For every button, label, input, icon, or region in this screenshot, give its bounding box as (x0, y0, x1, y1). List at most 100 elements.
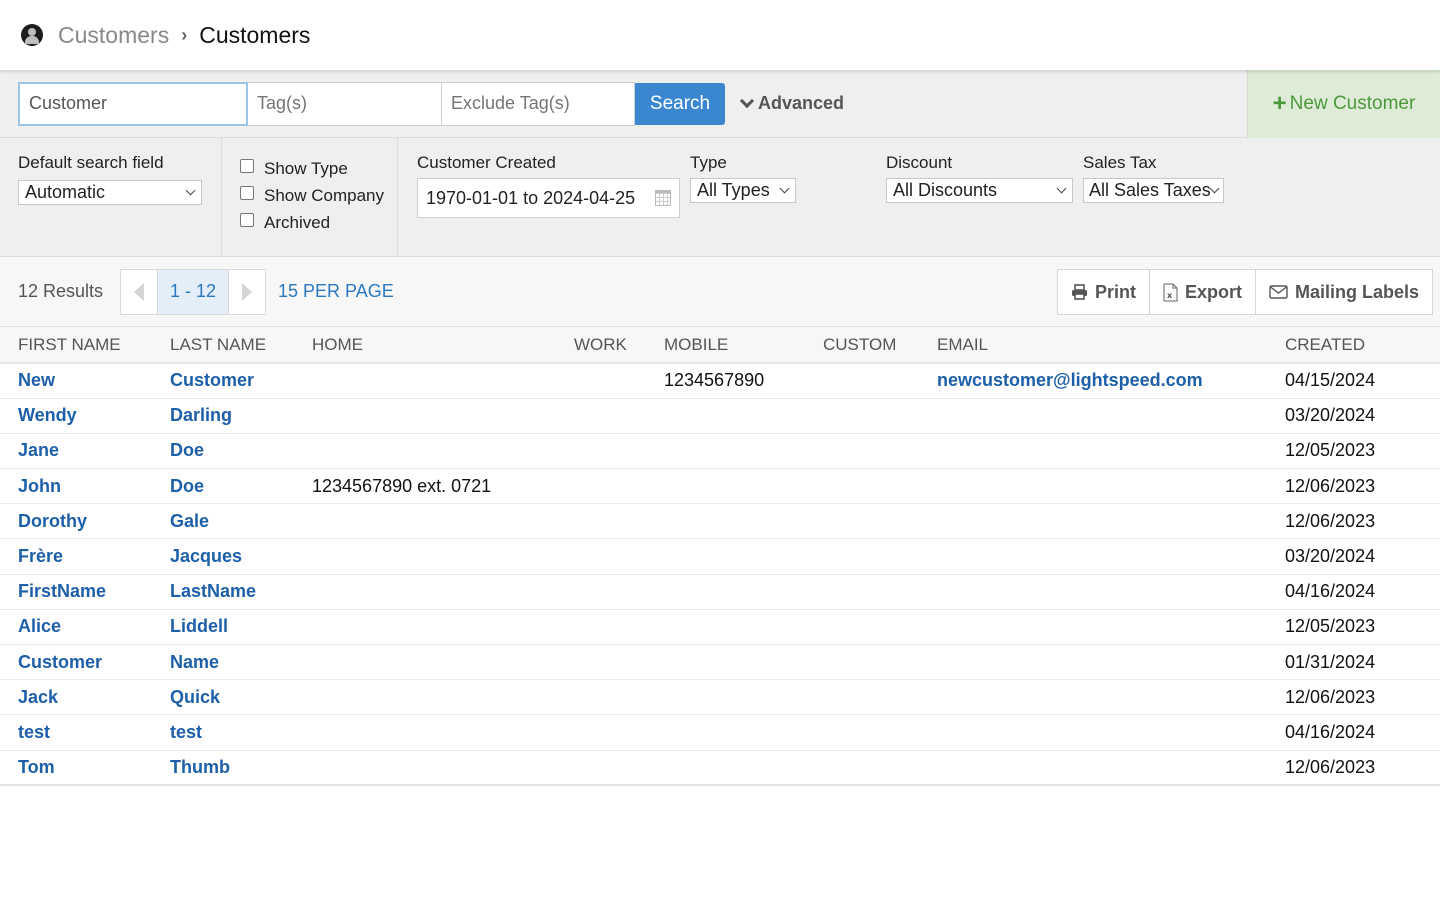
column-header-home[interactable]: HOME (312, 327, 574, 363)
column-header-mobile[interactable]: MOBILE (664, 327, 823, 363)
custom-cell (823, 363, 937, 398)
table-row[interactable]: John Doe 1234567890 ext. 0721 12/06/2023 (0, 469, 1440, 504)
discount-value: All Discounts (893, 180, 998, 200)
last-name-cell[interactable]: LastName (170, 574, 312, 609)
last-name-cell[interactable]: Gale (170, 504, 312, 539)
breadcrumb-parent[interactable]: Customers (58, 22, 169, 49)
table-row[interactable]: Wendy Darling 03/20/2024 (0, 398, 1440, 434)
mobile-phone-cell (664, 609, 823, 644)
table-row[interactable]: Frère Jacques 03/20/2024 (0, 539, 1440, 575)
exclude-tags-input[interactable] (442, 81, 635, 126)
column-header-last-name[interactable]: LAST NAME (170, 327, 312, 363)
search-button[interactable]: Search (635, 82, 725, 125)
first-name-cell[interactable]: Alice (0, 609, 170, 644)
breadcrumb-current: Customers (199, 21, 311, 48)
work-phone-cell (574, 363, 664, 398)
column-header-work[interactable]: WORK (574, 327, 664, 363)
archived-checkbox[interactable] (240, 212, 254, 227)
email-cell[interactable]: newcustomer@lightspeed.com (937, 363, 1285, 398)
created-date-cell: 04/15/2024 (1285, 370, 1376, 391)
first-name-cell[interactable]: Tom (0, 750, 170, 785)
last-name-cell[interactable]: Doe (170, 433, 312, 468)
type-group: Type All Types (690, 152, 886, 256)
tags-input[interactable] (248, 81, 442, 126)
mobile-phone-cell (664, 398, 823, 433)
last-name-cell[interactable]: Quick (170, 680, 312, 715)
email-cell (937, 539, 1285, 574)
table-row[interactable]: Jane Doe 12/05/2023 (0, 433, 1440, 469)
work-phone-cell (574, 504, 664, 539)
work-phone-cell (574, 645, 664, 680)
column-header-created[interactable]: CREATED (1285, 327, 1440, 363)
first-name-cell[interactable]: Jack (0, 680, 170, 715)
per-page-selector[interactable]: 15 PER PAGE (278, 281, 394, 302)
advanced-toggle[interactable]: Advanced (739, 93, 844, 114)
calendar-icon[interactable] (655, 190, 671, 206)
table-row[interactable]: Jack Quick 12/06/2023 (0, 680, 1440, 715)
table-row[interactable]: Tom Thumb 12/06/2023 (0, 750, 1440, 786)
default-search-field-select[interactable]: Automatic (18, 180, 202, 205)
last-name-cell[interactable]: Thumb (170, 750, 312, 785)
archived-option[interactable]: Archived (240, 206, 397, 239)
last-name-cell[interactable]: Customer (170, 363, 312, 398)
table-row[interactable]: Alice Liddell 12/05/2023 (0, 609, 1440, 645)
first-name-cell[interactable]: FirstName (0, 574, 170, 609)
export-button[interactable]: x Export (1148, 270, 1255, 314)
custom-cell (823, 504, 937, 539)
discount-select[interactable]: All Discounts (886, 178, 1073, 203)
chevron-down-icon (779, 183, 790, 194)
first-name-cell[interactable]: Customer (0, 645, 170, 680)
table-body: New Customer 1234567890 newcustomer@lightsp… (0, 363, 1440, 786)
home-phone-cell: 1234567890 ext. 0721 (312, 475, 492, 496)
search-bar: Search Advanced + New Customer (0, 70, 1440, 138)
customer-created-date-range[interactable]: 1970-01-01 to 2024-04-25 (417, 178, 680, 218)
table-row[interactable]: New Customer 1234567890 newcustomer@lightsp… (0, 363, 1440, 399)
table-row[interactable]: test test 04/16/2024 (0, 715, 1440, 751)
prev-page-button[interactable] (121, 270, 157, 314)
first-name-cell[interactable]: test (0, 715, 170, 750)
email-cell (937, 433, 1285, 468)
last-name-cell[interactable]: Name (170, 645, 312, 680)
print-button[interactable]: Print (1058, 270, 1149, 314)
type-select[interactable]: All Types (690, 178, 796, 203)
show-type-checkbox[interactable] (240, 158, 254, 173)
new-customer-button[interactable]: + New Customer (1247, 70, 1440, 138)
first-name-cell[interactable]: Dorothy (0, 504, 170, 539)
mailing-labels-button[interactable]: Mailing Labels (1254, 270, 1432, 314)
envelope-icon (1269, 285, 1288, 299)
customer-search-input[interactable] (18, 81, 248, 126)
show-company-checkbox[interactable] (240, 185, 254, 200)
first-name-cell[interactable]: Wendy (0, 398, 170, 433)
sales-tax-select[interactable]: All Sales Taxes (1083, 178, 1224, 203)
last-name-cell[interactable]: Doe (170, 469, 312, 504)
column-header-custom[interactable]: CUSTOM (823, 327, 937, 363)
filter-fields: Customer Created 1970-01-01 to 2024-04-2… (398, 138, 1233, 256)
last-name-cell[interactable]: Darling (170, 398, 312, 433)
table-row[interactable]: Customer Name 01/31/2024 (0, 645, 1440, 680)
first-name-cell[interactable]: John (0, 469, 170, 504)
table-row[interactable]: FirstName LastName 04/16/2024 (0, 574, 1440, 610)
created-date-cell: 12/06/2023 (1285, 510, 1376, 531)
mobile-phone-cell (664, 715, 823, 750)
work-phone-cell (574, 433, 664, 468)
mobile-phone-cell (664, 469, 823, 504)
column-header-email[interactable]: EMAIL (937, 327, 1285, 363)
first-name-cell[interactable]: Frère (0, 539, 170, 574)
custom-cell (823, 398, 937, 433)
last-name-cell[interactable]: test (170, 715, 312, 750)
work-phone-cell (574, 715, 664, 750)
first-name-cell[interactable]: Jane (0, 433, 170, 468)
next-page-button[interactable] (229, 270, 265, 314)
mobile-phone-cell (664, 433, 823, 468)
last-name-cell[interactable]: Jacques (170, 539, 312, 574)
default-search-field-group: Default search field Automatic (0, 138, 222, 256)
last-name-cell[interactable]: Liddell (170, 609, 312, 644)
table-row[interactable]: Dorothy Gale 12/06/2023 (0, 504, 1440, 539)
chevron-down-icon (185, 185, 196, 196)
work-phone-cell (574, 539, 664, 574)
page-range[interactable]: 1 - 12 (157, 269, 229, 314)
custom-cell (823, 715, 937, 750)
chevron-down-icon (1209, 183, 1220, 194)
first-name-cell[interactable]: New (0, 363, 170, 398)
column-header-first-name[interactable]: FIRST NAME (0, 327, 170, 363)
